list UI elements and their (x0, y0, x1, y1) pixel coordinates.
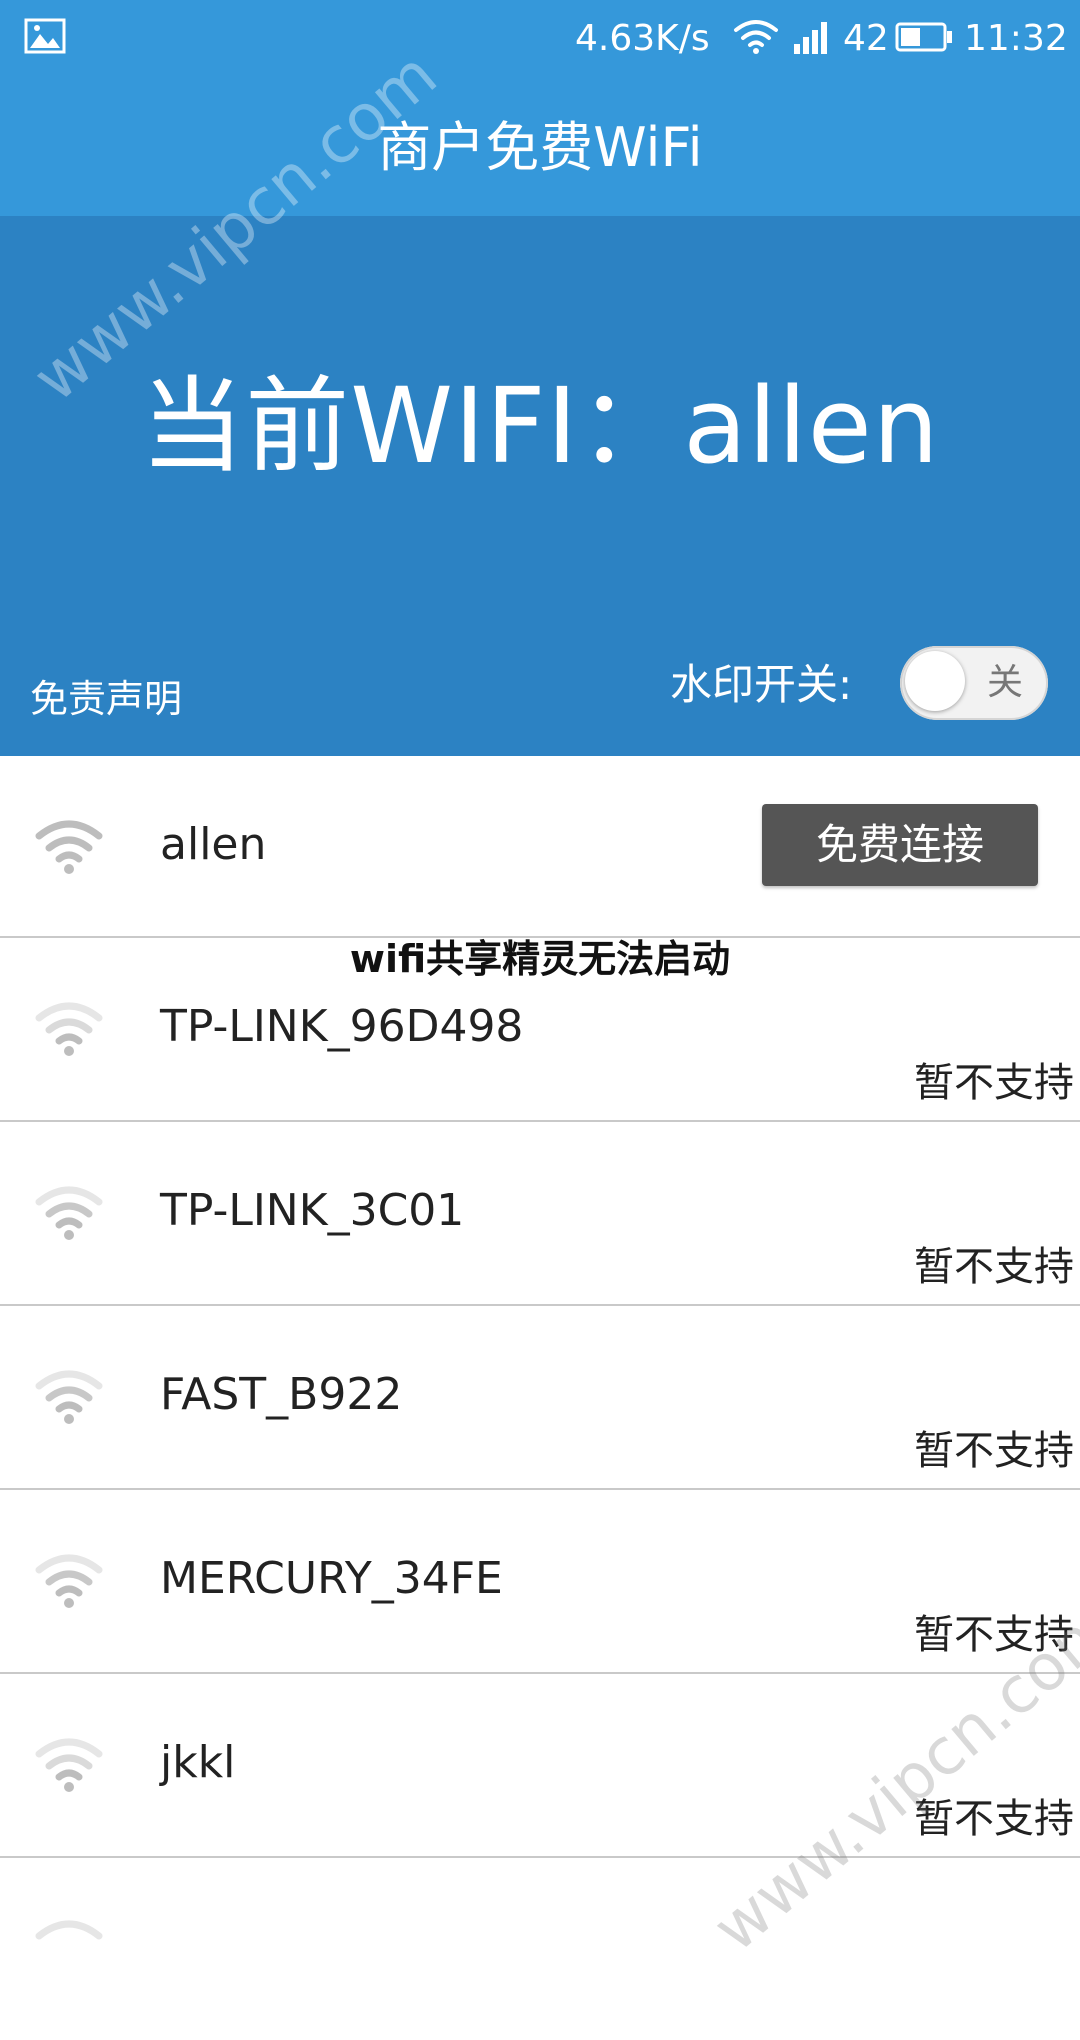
free-connect-button[interactable]: 免费连接 (762, 804, 1038, 886)
wifi-signal-icon (35, 1738, 103, 1792)
watermark-toggle[interactable]: 关 (900, 646, 1048, 720)
battery-percent: 42 (843, 18, 889, 59)
status-bar: 4.63K/s 42 11:32 (0, 0, 1080, 78)
wifi-ssid: jkkl (160, 1737, 236, 1788)
wifi-ssid: TP-LINK_3C01 (160, 1185, 465, 1236)
wifi-row[interactable]: TP-LINK_3C01 暂不支持 (0, 1122, 1080, 1306)
wifi-signal-icon (35, 1554, 103, 1608)
watermark-switch-label: 水印开关: (670, 660, 853, 709)
wifi-row[interactable]: jkkl 暂不支持 (0, 1674, 1080, 1858)
unsupported-status: 暂不支持 (914, 1612, 1074, 1658)
unsupported-status: 暂不支持 (914, 1060, 1074, 1106)
wifi-signal-icon (35, 1002, 103, 1056)
unsupported-status: 暂不支持 (914, 1244, 1074, 1290)
wifi-row-partial[interactable] (0, 1858, 1080, 2040)
wifi-ssid: allen (160, 819, 267, 870)
current-wifi-panel: 当前WIFI：allen 免责声明 水印开关: 关 (0, 216, 1080, 756)
unsupported-status: 暂不支持 (914, 1428, 1074, 1474)
battery-icon (895, 22, 952, 52)
clock: 11:32 (964, 18, 1068, 59)
wifi-ssid: MERCURY_34FE (160, 1553, 503, 1604)
wifi-icon (734, 20, 778, 54)
wifi-signal-icon (35, 1370, 103, 1424)
wifi-row[interactable]: allen 免费连接 (0, 756, 1080, 938)
wifi-row[interactable]: FAST_B922 暂不支持 (0, 1306, 1080, 1490)
network-speed: 4.63K/s (575, 18, 710, 59)
current-wifi-label: 当前WIFI：allen (140, 365, 940, 487)
wifi-ssid: TP-LINK_96D498 (160, 1001, 524, 1052)
gallery-icon (24, 18, 66, 54)
title-bar: 商户免费WiFi (0, 78, 1080, 216)
unsupported-status: 暂不支持 (914, 1796, 1074, 1842)
signal-icon (794, 22, 827, 54)
wifi-signal-icon (35, 1186, 103, 1240)
wifi-signal-icon (35, 820, 103, 874)
wifi-ssid: FAST_B922 (160, 1369, 403, 1420)
disclaimer-link[interactable]: 免责声明 (30, 674, 182, 724)
toggle-state-label: 关 (986, 662, 1023, 703)
toggle-knob (905, 651, 965, 711)
page-title: 商户免费WiFi (377, 116, 703, 179)
wifi-row[interactable]: MERCURY_34FE 暂不支持 (0, 1490, 1080, 1674)
overlay-caption: wifi共享精灵无法启动 (349, 937, 731, 981)
wifi-signal-icon (35, 1920, 103, 1940)
